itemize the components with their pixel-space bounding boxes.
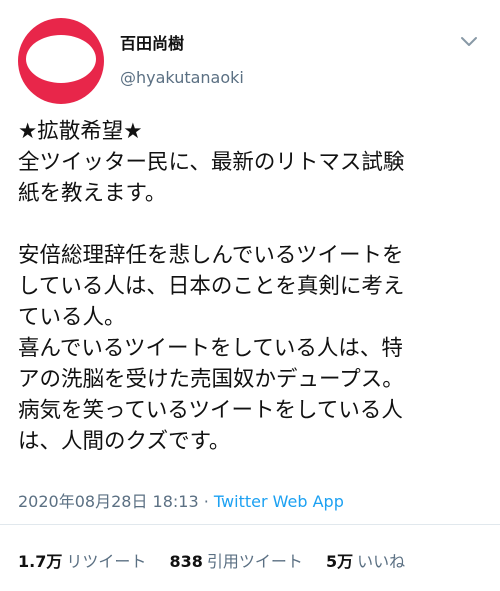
retweets-count: 1.7万: [18, 552, 63, 571]
avatar[interactable]: [18, 18, 104, 104]
tweet-line: 病気を笑っているツイートをしている人: [18, 398, 403, 423]
likes-count: 5万: [325, 552, 354, 571]
avatar-inner-ellipse: [26, 35, 96, 83]
tweet-line: 喜んでいるツイートをしている人は、特: [18, 336, 403, 361]
quotes-stat[interactable]: 838 引用ツイート: [169, 548, 302, 572]
chevron-down-icon: [461, 37, 477, 46]
more-options-button[interactable]: [458, 30, 480, 52]
source-app-link[interactable]: Twitter Web App: [214, 492, 344, 511]
likes-stat[interactable]: 5万 いいね: [326, 548, 405, 572]
tweet-line: 安倍総理辞任を悲しんでいるツイートを: [18, 243, 404, 268]
quotes-label: 引用ツイート: [206, 552, 303, 571]
tweet-text: ★拡散希望★ 全ツイッター民に、最新のリトマス試験 紙を教えます。 安倍総理辞任…: [18, 116, 494, 457]
tweet-line: している人は、日本のことを真剣に考え: [18, 274, 405, 299]
tweet-line: 紙を教えます。: [18, 181, 167, 206]
tweet-line: 全ツイッター民に、最新のリトマス試験: [18, 150, 405, 175]
display-name[interactable]: 百田尚樹: [120, 30, 184, 54]
likes-label: いいね: [357, 552, 406, 571]
meta-separator: ·: [198, 492, 214, 511]
tweet-line: ★拡散希望★: [18, 119, 143, 144]
divider: [0, 524, 500, 525]
engagement-stats: 1.7万 リツイート 838 引用ツイート 5万 いいね: [18, 548, 423, 572]
timestamp-link[interactable]: 2020年08月28日 18:13: [18, 492, 199, 511]
tweet-line: アの洗脳を受けた売国奴かデュープス。: [18, 367, 404, 392]
tweet-meta: 2020年08月28日 18:13 · Twitter Web App: [18, 488, 344, 512]
quotes-count: 838: [169, 552, 203, 571]
tweet-line: は、人間のクズです。: [18, 429, 231, 454]
retweets-label: リツイート: [66, 552, 147, 571]
tweet-line: ている人。: [18, 305, 126, 330]
user-handle[interactable]: @hyakutanaoki: [120, 68, 244, 87]
retweets-stat[interactable]: 1.7万 リツイート: [18, 548, 146, 572]
